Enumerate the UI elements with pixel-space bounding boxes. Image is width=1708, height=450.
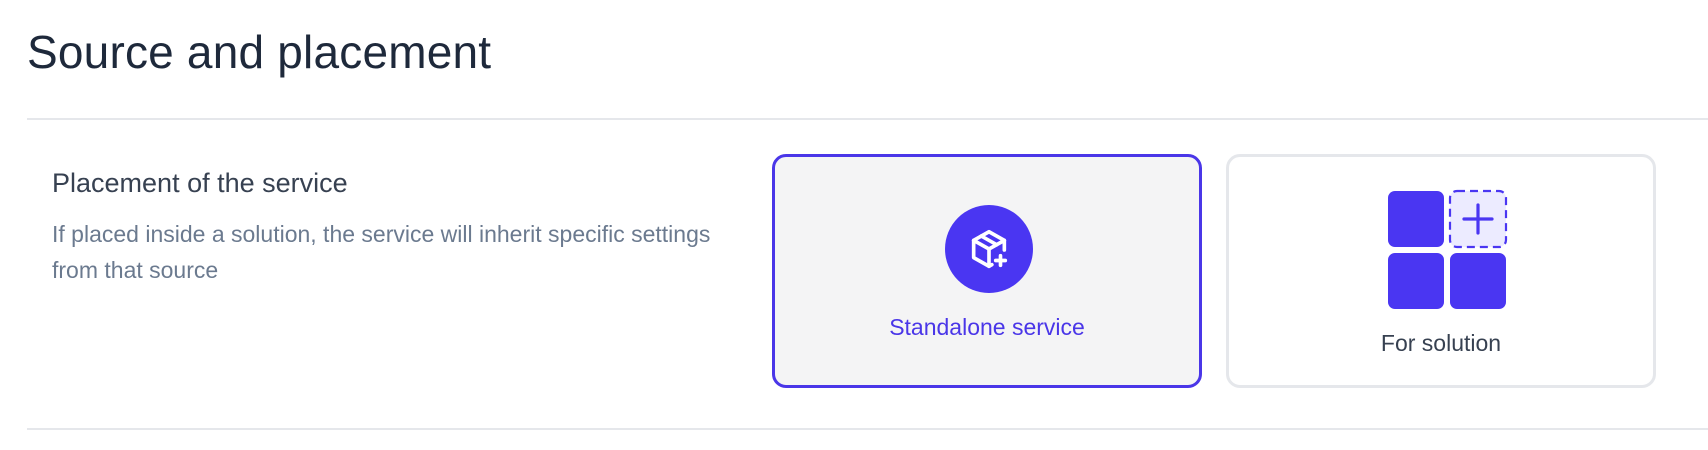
for-solution-option[interactable]: For solution — [1226, 154, 1656, 388]
package-plus-icon — [945, 205, 1033, 293]
page-title: Source and placement — [27, 26, 492, 78]
standalone-service-option[interactable]: Standalone service — [772, 154, 1202, 388]
placement-info: Placement of the service If placed insid… — [52, 166, 732, 288]
placement-description: If placed inside a solution, the service… — [52, 221, 711, 283]
top-divider — [27, 118, 1708, 120]
page: Source and placement Placement of the se… — [0, 0, 1708, 450]
placement-heading: Placement of the service — [52, 168, 348, 198]
bottom-divider — [27, 428, 1708, 430]
standalone-service-label: Standalone service — [889, 314, 1085, 340]
for-solution-label: For solution — [1380, 330, 1502, 356]
grid-add-icon — [1386, 189, 1508, 311]
